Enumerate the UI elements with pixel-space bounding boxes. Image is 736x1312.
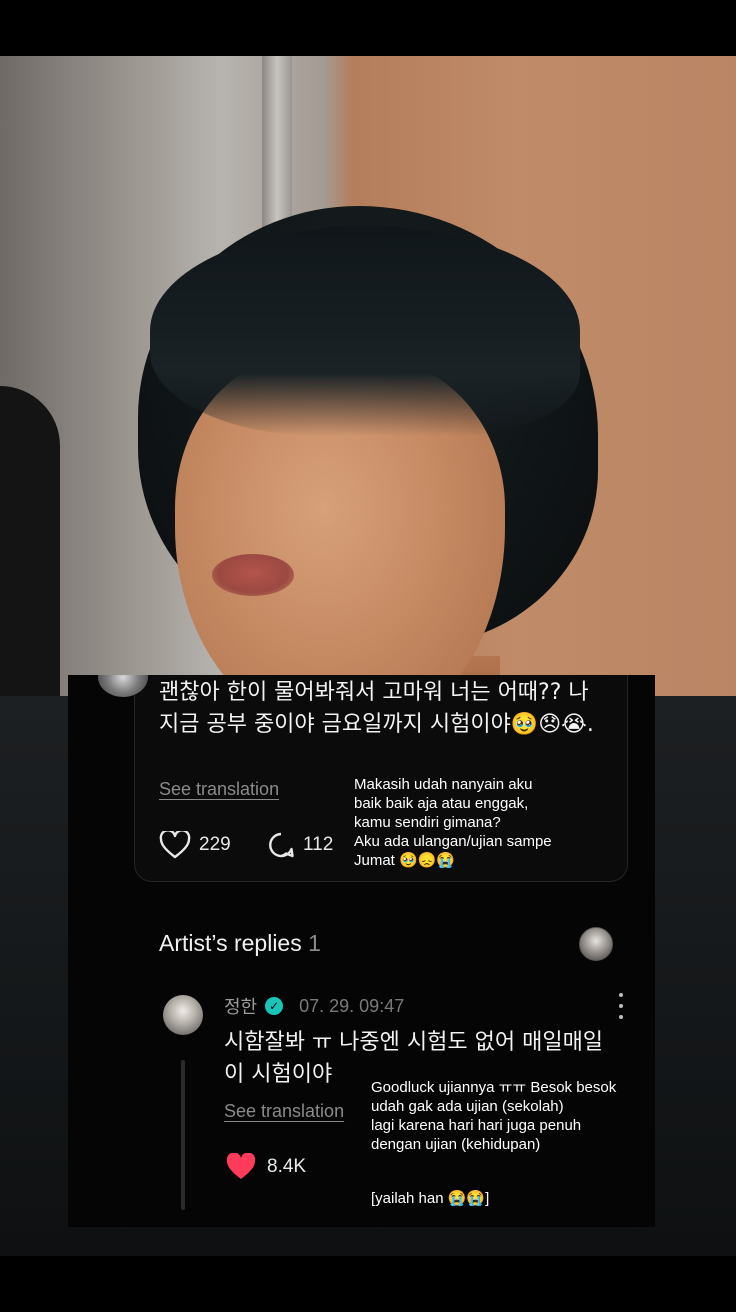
artist-replies-title: Artist’s replies 1 [159, 930, 321, 957]
post-translation-caption: Makasih udah nanyain aku baik baik aja a… [354, 775, 552, 870]
artist-avatar-small[interactable] [579, 927, 613, 961]
caption-line: dengan ujian (kehidupan) [371, 1136, 541, 1153]
comment-button[interactable]: 112 [267, 831, 333, 859]
reply-see-translation-link[interactable]: See translation [224, 1101, 344, 1122]
photo-lips [212, 554, 294, 596]
caption-line: Makasih udah nanyain aku [354, 776, 533, 793]
artist-avatar[interactable] [163, 995, 203, 1035]
artist-replies-count: 1 [308, 930, 321, 956]
reply-like-button[interactable]: 8.4K [225, 1153, 306, 1181]
caption-line: baik baik aja atau enggak, [354, 795, 529, 812]
post-text: 괜찮아 한이 물어봐줘서 고마워 너는 어때?? 나 지금 공부 중이야 금요일… [159, 680, 594, 737]
comment-count: 112 [303, 834, 334, 855]
verified-badge-icon: ✓ [265, 997, 284, 1015]
caption-line: kamu sendiri gimana? [354, 814, 501, 831]
heart-outline-icon [159, 831, 191, 859]
reply-meta: 정한 ✓ 07. 29. 09:47 [224, 993, 404, 1019]
caption-line: Aku ada ulangan/ujian sampe [354, 833, 552, 850]
artist-name[interactable]: 정한 [224, 993, 257, 1019]
caption-line: lagi karena hari hari juga penuh [371, 1117, 582, 1134]
see-translation-link[interactable]: See translation [159, 779, 279, 800]
caption-line: Goodluck ujiannya ㅠㅠ Besok besok [371, 1079, 617, 1096]
caption-line: udah gak ada ujian (sekolah) [371, 1098, 564, 1115]
artist-replies-label: Artist’s replies [159, 930, 302, 956]
reply-date: 07. 29. 09:47 [299, 995, 405, 1016]
heart-filled-icon [226, 1153, 256, 1179]
caption-line: Jumat 🥹😞😭 [354, 852, 456, 869]
comment-icon [269, 832, 294, 858]
reply-like-count: 8.4K [267, 1156, 307, 1177]
caption-line: [yailah han 😭😭] [371, 1190, 490, 1207]
like-count: 229 [199, 834, 231, 855]
thread-line [181, 1060, 185, 1210]
comment-panel: 괜찮아 한이 물어봐줘서 고마워 너는 어때?? 나 지금 공부 중이야 금요일… [68, 675, 655, 1227]
like-button[interactable]: 229 [159, 831, 231, 859]
photo-fringe [150, 226, 580, 436]
reply-translation-caption: Goodluck ujiannya ㅠㅠ Besok besok udah ga… [371, 1078, 616, 1208]
more-options-icon[interactable] [615, 993, 627, 1019]
caption-line [371, 1154, 616, 1173]
